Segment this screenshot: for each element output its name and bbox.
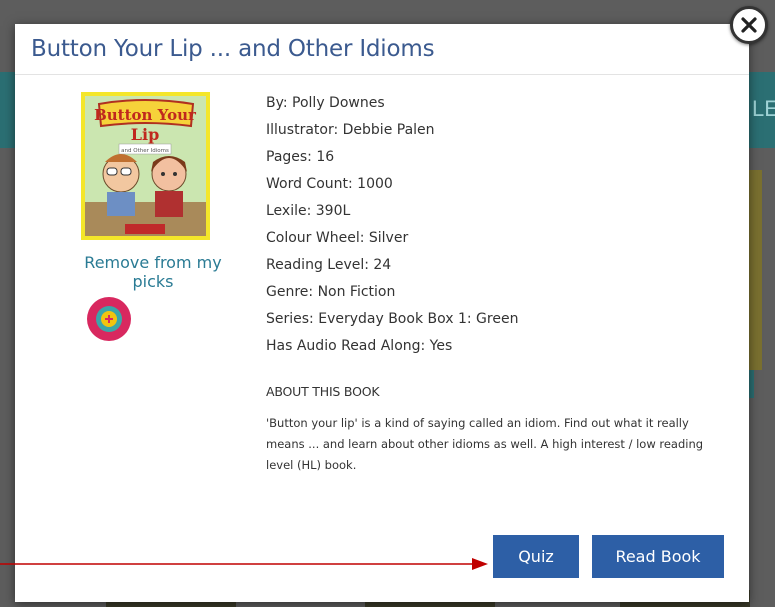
audio-play-icon <box>87 297 131 341</box>
annotation-arrow-icon <box>0 558 488 570</box>
cover-title-line1: Button Your <box>94 106 197 124</box>
book-cover-image: Button Your Lip and Other Idioms <box>81 92 210 240</box>
remove-from-picks-link[interactable]: Remove from my picks <box>63 253 243 291</box>
cover-subtitle: and Other Idioms <box>121 148 169 154</box>
detail-genre: Genre: Non Fiction <box>266 284 396 300</box>
detail-illustrator: Illustrator: Debbie Palen <box>266 122 435 138</box>
detail-reading-level: Reading Level: 24 <box>266 257 392 273</box>
background-strip <box>748 170 762 370</box>
modal-title: Button Your Lip ... and Other Idioms <box>31 36 435 62</box>
close-modal-button[interactable] <box>730 6 768 44</box>
about-text: 'Button your lip' is a kind of saying ca… <box>266 416 704 472</box>
book-details-list: By: Polly Downes Illustrator: Debbie Pal… <box>266 92 518 362</box>
detail-series: Series: Everyday Book Box 1: Green <box>266 311 519 327</box>
detail-audio-read-along: Has Audio Read Along: Yes <box>266 338 453 354</box>
detail-word-count: Word Count: 1000 <box>266 176 393 192</box>
cover-title-line2: Lip <box>131 125 160 144</box>
about-heading: ABOUT THIS BOOK <box>266 384 380 399</box>
read-book-button[interactable]: Read Book <box>592 535 724 578</box>
detail-author: By: Polly Downes <box>266 95 385 111</box>
modal-header: Button Your Lip ... and Other Idioms <box>15 24 749 75</box>
close-x-icon <box>741 17 757 33</box>
quiz-button[interactable]: Quiz <box>493 535 579 578</box>
detail-pages: Pages: 16 <box>266 149 335 165</box>
audio-play-button[interactable] <box>86 296 132 342</box>
detail-colour-wheel: Colour Wheel: Silver <box>266 230 409 246</box>
detail-lexile: Lexile: 390L <box>266 203 351 219</box>
book-details-modal: Button Your Lip ... and Other Idioms But… <box>15 24 749 602</box>
background-banner-text: LE <box>752 96 775 121</box>
